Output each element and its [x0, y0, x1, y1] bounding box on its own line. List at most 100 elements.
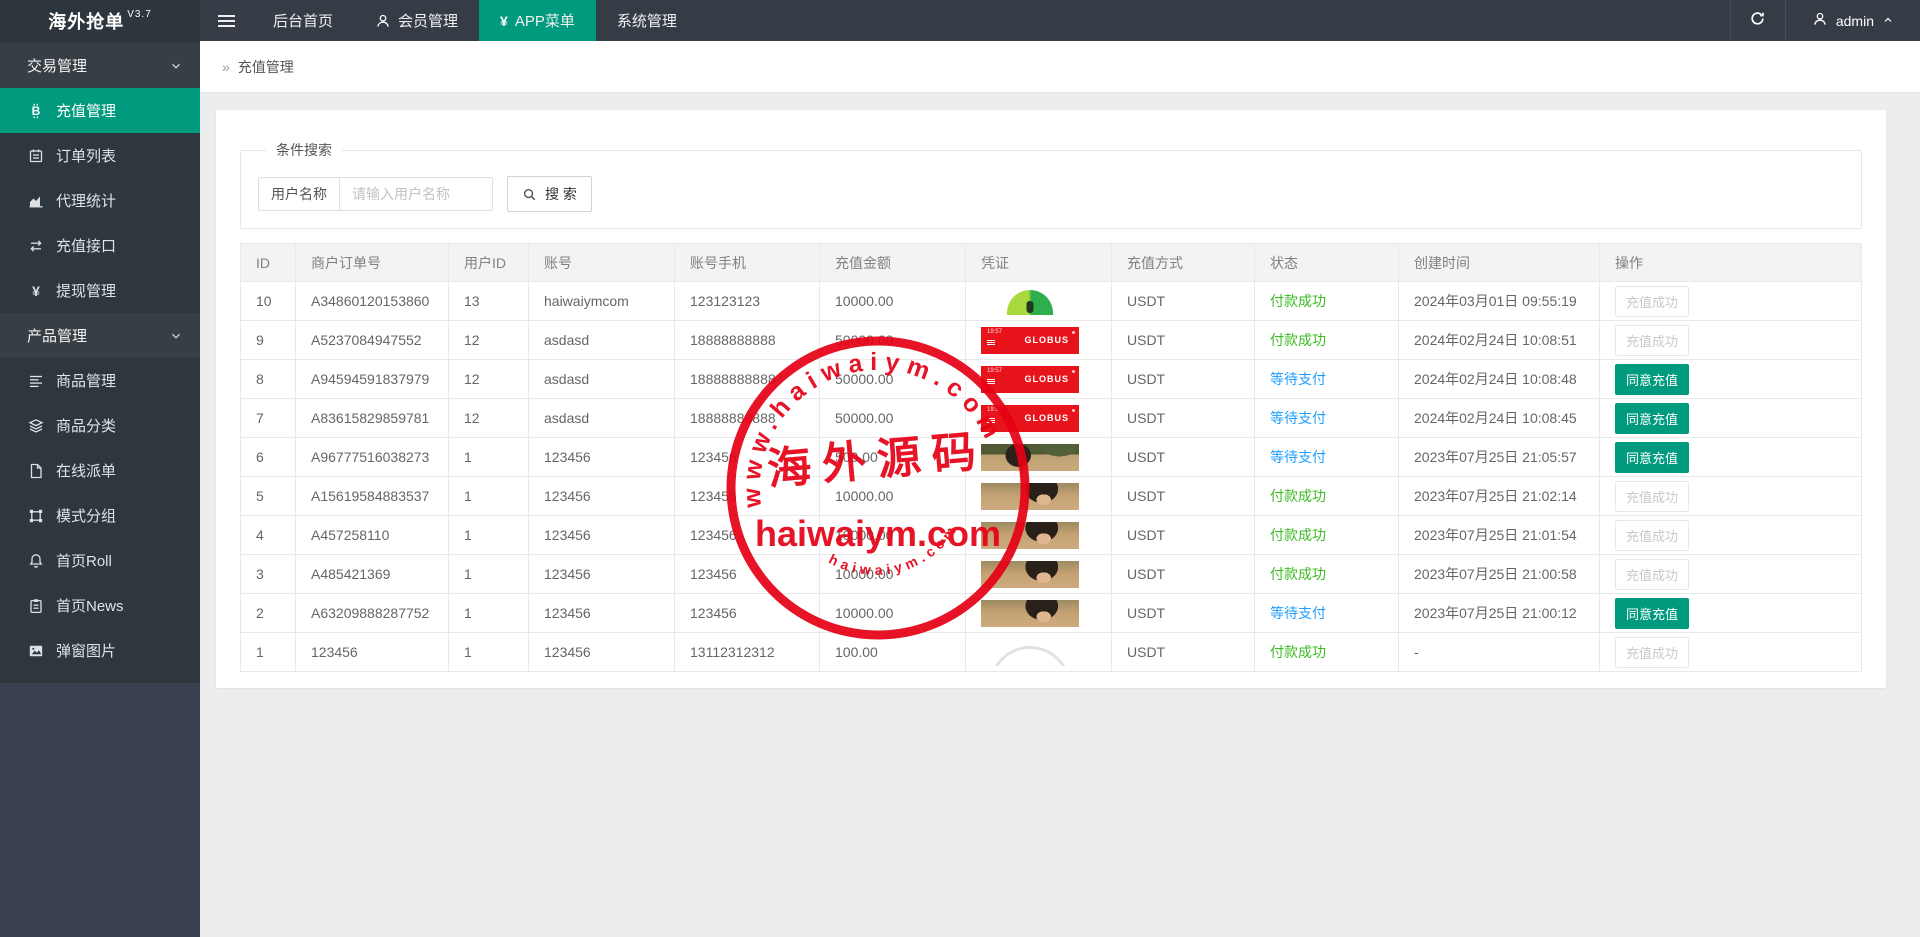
- sidebar-item-order-list[interactable]: 订单列表: [0, 133, 200, 178]
- column-header-10: 操作: [1600, 244, 1862, 282]
- cell-action: 充值成功: [1600, 282, 1862, 321]
- sidebar-item-recharge-api[interactable]: 充值接口: [0, 223, 200, 268]
- cell-id: 5: [241, 477, 296, 516]
- voucher-image[interactable]: [981, 522, 1079, 549]
- cell-method: USDT: [1112, 399, 1255, 438]
- voucher-image[interactable]: [981, 600, 1079, 627]
- yen-icon: ¥: [500, 14, 508, 28]
- table-row: 2A63209888287752112345612345610000.00USD…: [241, 594, 1862, 633]
- search-button[interactable]: 搜 索: [507, 176, 592, 212]
- cell-amount: 10000.00: [820, 477, 966, 516]
- cell-amount: 500.00: [820, 438, 966, 477]
- cell-method: USDT: [1112, 594, 1255, 633]
- list-icon: [27, 373, 45, 389]
- sidebar-item-trade-management[interactable]: 交易管理: [0, 43, 200, 88]
- cell-method: USDT: [1112, 633, 1255, 672]
- table-header-row: ID商户订单号用户ID账号账号手机充值金额凭证充值方式状态创建时间操作: [241, 244, 1862, 282]
- voucher-image[interactable]: [981, 483, 1079, 510]
- sidebar-item-label: 订单列表: [56, 145, 116, 166]
- approve-recharge-button[interactable]: 同意充值: [1615, 403, 1689, 434]
- cell-voucher: 19:57GLOBUS: [966, 399, 1112, 438]
- approve-recharge-button[interactable]: 同意充值: [1615, 442, 1689, 473]
- voucher-dot: [1072, 409, 1075, 412]
- voucher-image[interactable]: [981, 288, 1079, 315]
- cell-user_id: 1: [449, 555, 529, 594]
- voucher-image[interactable]: [981, 444, 1079, 471]
- top-navbar: 海外抢单 V3.7 后台首页会员管理¥APP菜单系统管理 admin: [0, 0, 1920, 41]
- column-header-6: 凭证: [966, 244, 1112, 282]
- sidebar-toggle-button[interactable]: [200, 0, 252, 41]
- cell-user_id: 13: [449, 282, 529, 321]
- cell-amount: 100.00: [820, 633, 966, 672]
- table-row: 6A967775160382731123456123456500.00USDT等…: [241, 438, 1862, 477]
- cell-phone: 13112312312: [675, 633, 820, 672]
- cell-voucher: [966, 477, 1112, 516]
- breadcrumb: » 充值管理: [200, 41, 1920, 93]
- voucher-image[interactable]: 19:57GLOBUS: [981, 405, 1079, 432]
- cell-created-time: 2023年07月25日 21:02:14: [1399, 477, 1600, 516]
- voucher-time-label: 19:57: [987, 407, 1002, 413]
- cell-voucher: [966, 633, 1112, 672]
- sidebar-item-popup-image[interactable]: 弹窗图片: [0, 628, 200, 673]
- cell-action: 充值成功: [1600, 555, 1862, 594]
- user-icon: [1812, 11, 1828, 30]
- voucher-image[interactable]: [981, 561, 1079, 588]
- cell-id: 10: [241, 282, 296, 321]
- sidebar-item-label: 交易管理: [27, 55, 87, 76]
- user-icon: [375, 13, 391, 29]
- sidebar-item-label: 商品管理: [56, 370, 116, 391]
- sidebar-item-withdraw-management[interactable]: ¥提现管理: [0, 268, 200, 313]
- username-input[interactable]: [340, 178, 492, 210]
- search-fieldset: 条件搜索 用户名称 搜 索: [240, 140, 1862, 229]
- sidebar-item-goods-category[interactable]: 商品分类: [0, 403, 200, 448]
- cell-id: 4: [241, 516, 296, 555]
- cell-status: 等待支付: [1255, 438, 1399, 477]
- sidebar-item-product-management[interactable]: 产品管理: [0, 313, 200, 358]
- cell-account: haiwaiymcom: [529, 282, 675, 321]
- sidebar-item-online-dispatch[interactable]: 在线派单: [0, 448, 200, 493]
- cell-created-time: -: [1399, 633, 1600, 672]
- cell-created-time: 2023年07月25日 21:00:12: [1399, 594, 1600, 633]
- cell-account: 123456: [529, 555, 675, 594]
- sidebar-item-home-roll[interactable]: 首页Roll: [0, 538, 200, 583]
- cell-voucher: [966, 438, 1112, 477]
- nav-item-members[interactable]: 会员管理: [354, 0, 479, 41]
- sidebar-item-mode-group[interactable]: 模式分组: [0, 493, 200, 538]
- cell-id: 8: [241, 360, 296, 399]
- nav-item-home[interactable]: 后台首页: [252, 0, 354, 41]
- sidebar-item-label: 模式分组: [56, 505, 116, 526]
- status-badge: 等待支付: [1270, 410, 1326, 426]
- sidebar-item-label: 产品管理: [27, 325, 87, 346]
- sidebar-item-goods-management[interactable]: 商品管理: [0, 358, 200, 403]
- cell-method: USDT: [1112, 360, 1255, 399]
- cell-phone: 123456: [675, 594, 820, 633]
- admin-user-menu[interactable]: admin: [1785, 0, 1920, 41]
- cell-id: 1: [241, 633, 296, 672]
- bitcoin-icon: B: [27, 103, 45, 119]
- cell-method: USDT: [1112, 438, 1255, 477]
- nav-item-app-menu[interactable]: ¥APP菜单: [479, 0, 596, 41]
- sidebar-item-home-news[interactable]: 首页News: [0, 583, 200, 628]
- approve-recharge-button[interactable]: 同意充值: [1615, 598, 1689, 629]
- sidebar-item-label: 充值接口: [56, 235, 116, 256]
- voucher-image[interactable]: 19:57GLOBUS: [981, 366, 1079, 393]
- sidebar-item-recharge-management[interactable]: B充值管理: [0, 88, 200, 133]
- approve-recharge-button[interactable]: 同意充值: [1615, 364, 1689, 395]
- cell-action: 同意充值: [1600, 360, 1862, 399]
- recharge-done-button: 充值成功: [1615, 286, 1689, 317]
- search-button-label: 搜 索: [545, 184, 577, 204]
- cell-status: 付款成功: [1255, 282, 1399, 321]
- column-header-0: ID: [241, 244, 296, 282]
- status-badge: 付款成功: [1270, 293, 1326, 309]
- nav-item-system[interactable]: 系统管理: [596, 0, 698, 41]
- voucher-time-label: 19:57: [987, 368, 1002, 374]
- sidebar-menu: 交易管理 B充值管理订单列表代理统计充值接口 ¥提现管理产品管理商品管理商品分类在线…: [0, 41, 200, 683]
- voucher-image[interactable]: 19:57GLOBUS: [981, 327, 1079, 354]
- refresh-button[interactable]: [1730, 0, 1785, 41]
- voucher-image[interactable]: [981, 639, 1079, 666]
- voucher-menu-icon: [987, 418, 995, 419]
- search-legend: 条件搜索: [266, 140, 342, 160]
- recharge-done-button: 充值成功: [1615, 637, 1689, 668]
- cell-created-time: 2023年07月25日 21:05:57: [1399, 438, 1600, 477]
- sidebar-item-agent-stats[interactable]: 代理统计: [0, 178, 200, 223]
